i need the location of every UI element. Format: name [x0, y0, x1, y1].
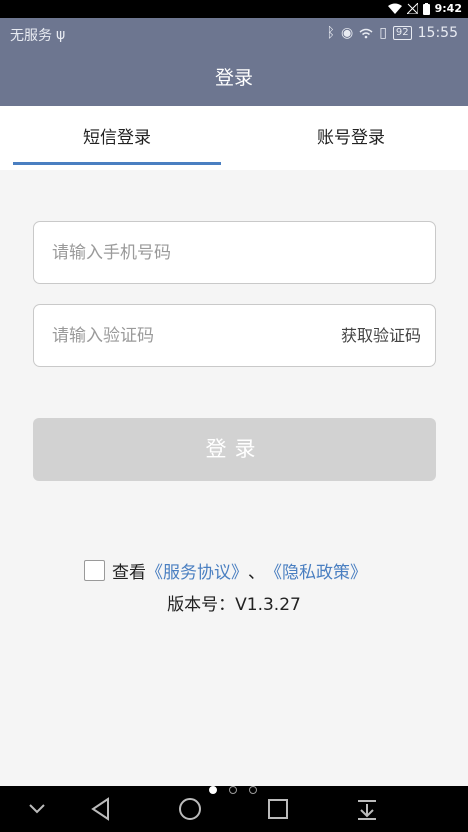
system-status-bar: 9:42 — [0, 0, 468, 18]
privacy-policy-link[interactable]: 《隐私政策》 — [265, 558, 367, 583]
page-title: 登录 — [0, 50, 468, 106]
agreement-checkbox[interactable] — [84, 559, 105, 581]
recents-icon[interactable] — [266, 794, 290, 824]
wifi-icon — [359, 28, 373, 38]
app-status-bar: 无服务 ψ ᛒ ◉ ▯ 92 15:55 — [0, 18, 468, 50]
tab-sms-login[interactable]: 短信登录 — [0, 106, 234, 170]
tab-account-login[interactable]: 账号登录 — [234, 106, 468, 170]
code-field: 获取验证码 — [33, 304, 436, 367]
login-tabs: 短信登录 账号登录 — [0, 106, 468, 170]
time-text: 15:55 — [417, 25, 458, 41]
page-dot — [229, 786, 237, 794]
battery-level: 92 — [392, 26, 412, 40]
wifi-icon — [387, 3, 402, 14]
phone-input[interactable] — [52, 222, 312, 283]
active-tab-indicator — [13, 162, 221, 165]
back-icon[interactable] — [88, 794, 114, 824]
usb-icon: ψ — [56, 27, 66, 43]
sim-icon: ▯ — [379, 25, 387, 41]
page-dot — [249, 786, 257, 794]
service-agreement-link[interactable]: 《服务协议》 — [146, 558, 248, 583]
chevron-down-icon[interactable] — [26, 794, 48, 824]
no-signal-icon — [406, 3, 418, 14]
agreement-row: 查看 《服务协议》 、 《隐私政策》 — [84, 558, 367, 583]
agreement-prefix: 查看 — [112, 562, 146, 583]
notification-pull-icon[interactable] — [354, 794, 380, 824]
get-code-button[interactable]: 获取验证码 — [341, 305, 421, 366]
agreement-separator: 、 — [248, 562, 265, 583]
login-button[interactable]: 登录 — [33, 418, 436, 481]
home-icon[interactable] — [177, 794, 203, 824]
page-indicator — [209, 786, 257, 794]
page-dot — [209, 786, 217, 794]
eye-icon: ◉ — [340, 25, 354, 41]
bluetooth-icon: ᛒ — [326, 25, 335, 41]
version-text: 版本号：V1.3.27 — [167, 595, 301, 615]
verification-code-input[interactable] — [52, 305, 312, 366]
battery-icon — [422, 2, 430, 15]
phone-field — [33, 221, 436, 284]
carrier-text: 无服务 — [10, 28, 52, 44]
system-time: 9:42 — [434, 2, 462, 15]
